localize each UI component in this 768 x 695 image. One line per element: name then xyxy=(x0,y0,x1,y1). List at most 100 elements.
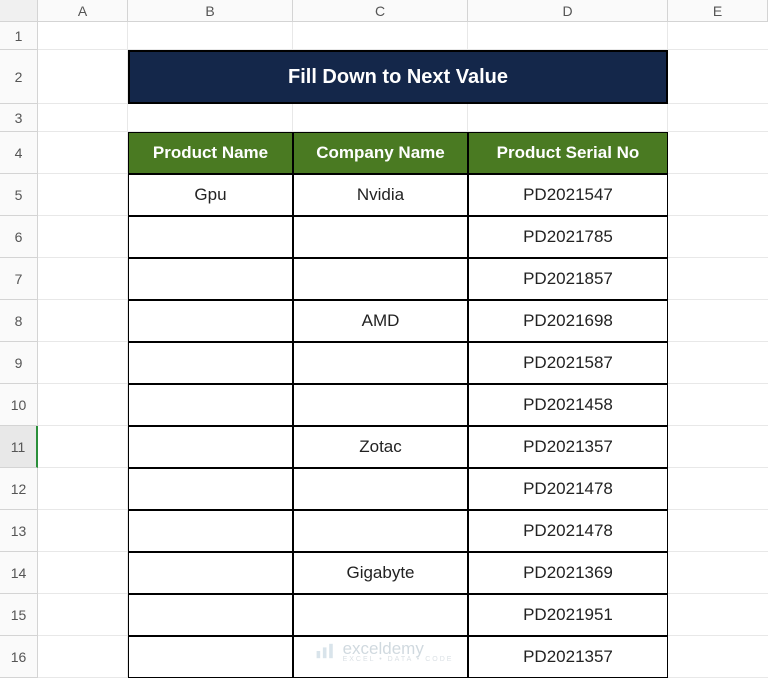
cell-A1[interactable] xyxy=(38,22,128,50)
cell-E6[interactable] xyxy=(668,216,768,258)
col-header-C[interactable]: C xyxy=(293,0,468,21)
cell-product-1[interactable] xyxy=(128,216,293,258)
cell-company-10[interactable] xyxy=(293,594,468,636)
cell-company-4[interactable] xyxy=(293,342,468,384)
cell-company-6[interactable]: Zotac xyxy=(293,426,468,468)
cell-E10[interactable] xyxy=(668,384,768,426)
cell-serial-2[interactable]: PD2021857 xyxy=(468,258,668,300)
cell-E12[interactable] xyxy=(668,468,768,510)
row-header-4[interactable]: 4 xyxy=(0,132,38,174)
row-header-6[interactable]: 6 xyxy=(0,216,38,258)
cell-company-7[interactable] xyxy=(293,468,468,510)
title-cell[interactable]: Fill Down to Next Value xyxy=(128,50,668,104)
row-header-5[interactable]: 5 xyxy=(0,174,38,216)
cell-A14[interactable] xyxy=(38,552,128,594)
cell-product-2[interactable] xyxy=(128,258,293,300)
col-header-E[interactable]: E xyxy=(668,0,768,21)
cell-A12[interactable] xyxy=(38,468,128,510)
cell-A9[interactable] xyxy=(38,342,128,384)
cell-serial-5[interactable]: PD2021458 xyxy=(468,384,668,426)
row-header-16[interactable]: 16 xyxy=(0,636,38,678)
cell-A8[interactable] xyxy=(38,300,128,342)
cell-A4[interactable] xyxy=(38,132,128,174)
cell-E14[interactable] xyxy=(668,552,768,594)
cell-A13[interactable] xyxy=(38,510,128,552)
cell-product-0[interactable]: Gpu xyxy=(128,174,293,216)
cell-serial-11[interactable]: PD2021357 xyxy=(468,636,668,678)
header-company-name[interactable]: Company Name xyxy=(293,132,468,174)
row-header-13[interactable]: 13 xyxy=(0,510,38,552)
cell-serial-8[interactable]: PD2021478 xyxy=(468,510,668,552)
cell-company-2[interactable] xyxy=(293,258,468,300)
cell-D1[interactable] xyxy=(468,22,668,50)
cell-A6[interactable] xyxy=(38,216,128,258)
cell-E13[interactable] xyxy=(668,510,768,552)
cell-A15[interactable] xyxy=(38,594,128,636)
row-header-11[interactable]: 11 xyxy=(0,426,38,468)
col-header-D[interactable]: D xyxy=(468,0,668,21)
cell-serial-4[interactable]: PD2021587 xyxy=(468,342,668,384)
cell-company-11[interactable] xyxy=(293,636,468,678)
cell-product-6[interactable] xyxy=(128,426,293,468)
cell-A16[interactable] xyxy=(38,636,128,678)
cell-serial-10[interactable]: PD2021951 xyxy=(468,594,668,636)
row-header-14[interactable]: 14 xyxy=(0,552,38,594)
select-all-corner[interactable] xyxy=(0,0,38,22)
cell-product-4[interactable] xyxy=(128,342,293,384)
cell-A3[interactable] xyxy=(38,104,128,132)
cell-serial-9[interactable]: PD2021369 xyxy=(468,552,668,594)
cell-D3[interactable] xyxy=(468,104,668,132)
cell-E3[interactable] xyxy=(668,104,768,132)
cell-serial-0[interactable]: PD2021547 xyxy=(468,174,668,216)
cell-serial-3[interactable]: PD2021698 xyxy=(468,300,668,342)
cell-company-1[interactable] xyxy=(293,216,468,258)
cell-B3[interactable] xyxy=(128,104,293,132)
row-header-2[interactable]: 2 xyxy=(0,50,38,104)
row-header-9[interactable]: 9 xyxy=(0,342,38,384)
cell-serial-1[interactable]: PD2021785 xyxy=(468,216,668,258)
cell-company-8[interactable] xyxy=(293,510,468,552)
row-header-3[interactable]: 3 xyxy=(0,104,38,132)
cell-E9[interactable] xyxy=(668,342,768,384)
cell-company-0[interactable]: Nvidia xyxy=(293,174,468,216)
cell-product-11[interactable] xyxy=(128,636,293,678)
col-header-A[interactable]: A xyxy=(38,0,128,21)
row-header-1[interactable]: 1 xyxy=(0,22,38,50)
cell-A10[interactable] xyxy=(38,384,128,426)
cell-E2[interactable] xyxy=(668,50,768,104)
cell-serial-7[interactable]: PD2021478 xyxy=(468,468,668,510)
cell-company-5[interactable] xyxy=(293,384,468,426)
row-header-10[interactable]: 10 xyxy=(0,384,38,426)
cell-product-10[interactable] xyxy=(128,594,293,636)
cell-company-3[interactable]: AMD xyxy=(293,300,468,342)
cell-C1[interactable] xyxy=(293,22,468,50)
cell-E1[interactable] xyxy=(668,22,768,50)
row-header-8[interactable]: 8 xyxy=(0,300,38,342)
cell-B1[interactable] xyxy=(128,22,293,50)
col-header-B[interactable]: B xyxy=(128,0,293,21)
cell-product-8[interactable] xyxy=(128,510,293,552)
cell-product-7[interactable] xyxy=(128,468,293,510)
cell-E16[interactable] xyxy=(668,636,768,678)
cell-company-9[interactable]: Gigabyte xyxy=(293,552,468,594)
header-product-name[interactable]: Product Name xyxy=(128,132,293,174)
cell-E5[interactable] xyxy=(668,174,768,216)
cell-A5[interactable] xyxy=(38,174,128,216)
cell-E7[interactable] xyxy=(668,258,768,300)
cell-A7[interactable] xyxy=(38,258,128,300)
row-header-7[interactable]: 7 xyxy=(0,258,38,300)
cell-E11[interactable] xyxy=(668,426,768,468)
row-header-12[interactable]: 12 xyxy=(0,468,38,510)
cell-C3[interactable] xyxy=(293,104,468,132)
row-header-15[interactable]: 15 xyxy=(0,594,38,636)
cell-A11[interactable] xyxy=(38,426,128,468)
cell-E4[interactable] xyxy=(668,132,768,174)
header-product-serial[interactable]: Product Serial No xyxy=(468,132,668,174)
cell-serial-6[interactable]: PD2021357 xyxy=(468,426,668,468)
cell-product-9[interactable] xyxy=(128,552,293,594)
cell-E15[interactable] xyxy=(668,594,768,636)
cell-E8[interactable] xyxy=(668,300,768,342)
cell-product-3[interactable] xyxy=(128,300,293,342)
cell-product-5[interactable] xyxy=(128,384,293,426)
cell-A2[interactable] xyxy=(38,50,128,104)
